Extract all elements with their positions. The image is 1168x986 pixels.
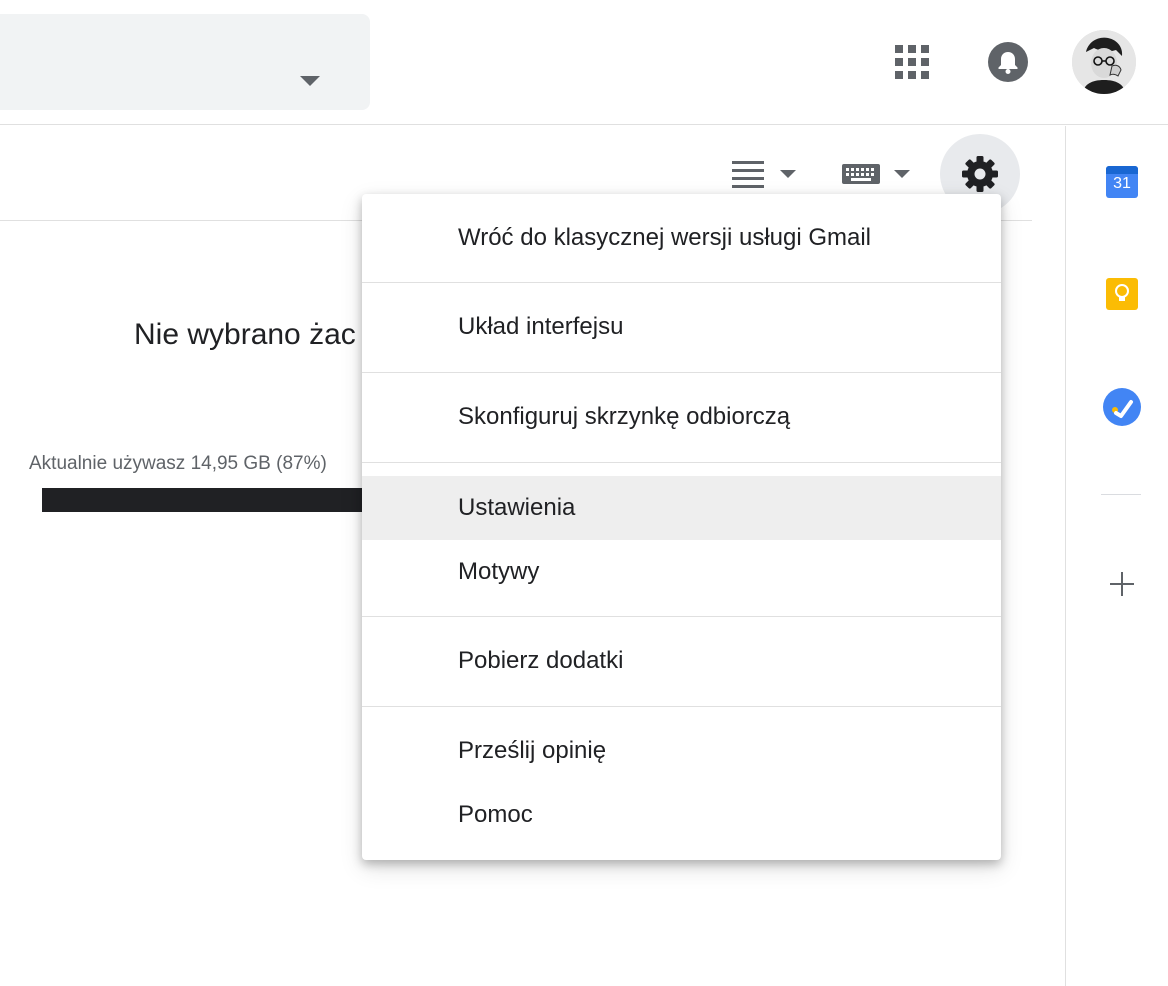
menu-item-themes[interactable]: Motywy — [362, 540, 1001, 604]
menu-item-get-addons[interactable]: Pobierz dodatki — [362, 629, 1001, 693]
storage-usage-bar — [42, 488, 362, 512]
calendar-icon[interactable]: 31 — [1106, 166, 1138, 198]
keep-icon[interactable] — [1106, 278, 1138, 310]
menu-item-help[interactable]: Pomoc — [362, 783, 1001, 847]
search-input[interactable] — [0, 14, 370, 110]
side-panel-divider — [1101, 494, 1141, 495]
settings-menu: Wróć do klasycznej wersji usługi Gmail U… — [362, 194, 1001, 860]
menu-divider — [362, 372, 1001, 373]
calendar-day-number: 31 — [1113, 175, 1131, 192]
bell-icon[interactable] — [988, 42, 1028, 82]
density-list-icon[interactable] — [730, 160, 796, 188]
menu-divider — [362, 462, 1001, 463]
avatar[interactable] — [1072, 30, 1136, 94]
menu-divider — [362, 616, 1001, 617]
menu-divider — [362, 282, 1001, 283]
chevron-down-icon[interactable] — [300, 76, 320, 86]
menu-item-classic-gmail[interactable]: Wróć do klasycznej wersji usługi Gmail — [362, 206, 1001, 270]
side-panel — [1065, 126, 1168, 986]
menu-item-display-density[interactable]: Układ interfejsu — [362, 295, 1001, 359]
top-header — [0, 0, 1168, 125]
menu-divider — [362, 706, 1001, 707]
apps-grid-icon[interactable] — [895, 45, 929, 79]
plus-icon[interactable] — [1110, 572, 1134, 596]
menu-item-configure-inbox[interactable]: Skonfiguruj skrzynkę odbiorczą — [362, 385, 1001, 449]
no-conversation-selected-text: Nie wybrano żac — [134, 318, 356, 351]
storage-usage-text: Aktualnie używasz 14,95 GB (87%) — [29, 453, 327, 474]
menu-item-settings[interactable]: Ustawienia — [362, 476, 1001, 540]
tasks-icon[interactable] — [1103, 388, 1141, 426]
menu-item-send-feedback[interactable]: Prześlij opinię — [362, 719, 1001, 783]
keyboard-icon[interactable] — [842, 160, 910, 188]
